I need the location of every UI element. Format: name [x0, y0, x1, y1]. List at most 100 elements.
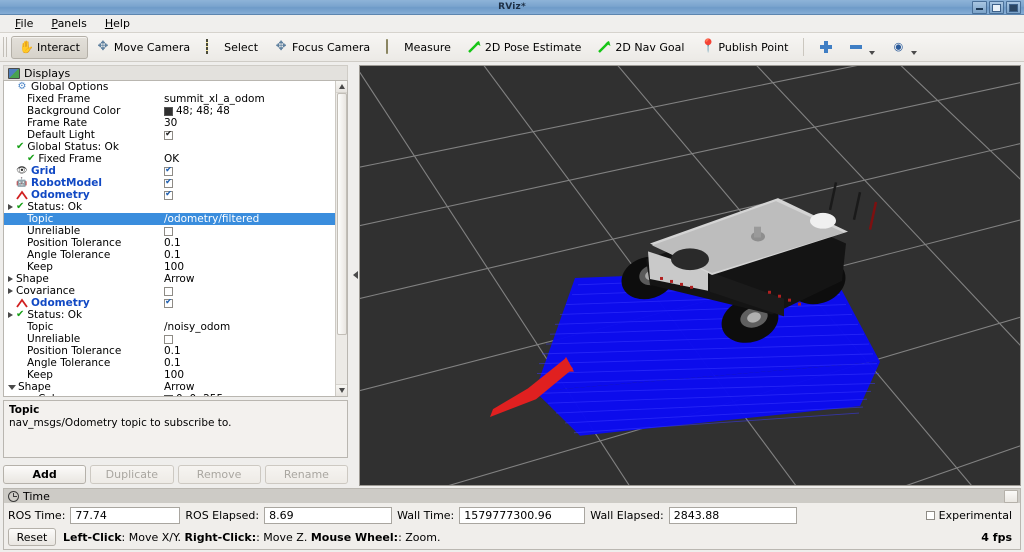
menu-panels[interactable]: Panels — [42, 16, 95, 32]
tool-move-camera[interactable]: ✥ Move Camera — [88, 36, 198, 59]
display-row-value[interactable]: /odometry/filtered — [164, 213, 259, 225]
expand-triangle-icon[interactable] — [8, 276, 13, 282]
tool-measure[interactable]: Measure — [378, 36, 459, 59]
display-row[interactable]: Covariance — [4, 285, 335, 297]
render-view-3d[interactable] — [359, 65, 1021, 486]
displays-tree[interactable]: ⚙ Global Options Fixed Frame summit_xl_a_od… — [4, 81, 335, 396]
close-button[interactable] — [1006, 1, 1021, 14]
scrollbar-thumb[interactable] — [336, 93, 347, 335]
duplicate-button[interactable]: Duplicate — [90, 464, 174, 484]
display-row[interactable]: Frame Rate 30 — [4, 117, 335, 129]
display-row-value[interactable]: 30 — [164, 117, 177, 129]
display-row[interactable]: Odometry — [4, 189, 335, 201]
scrollbar-track[interactable] — [335, 93, 347, 384]
remove-button[interactable]: Remove — [177, 464, 261, 484]
display-row[interactable]: ⚙ Global Options — [4, 81, 335, 93]
minimize-button[interactable] — [972, 1, 987, 14]
display-row-value[interactable]: summit_xl_a_odom — [164, 93, 265, 105]
display-row[interactable]: Default Light — [4, 129, 335, 141]
color-swatch[interactable] — [164, 106, 173, 116]
add-button[interactable]: Add — [3, 464, 87, 484]
chevron-down-icon[interactable] — [911, 50, 918, 55]
tool-interact[interactable]: ✋ Interact — [11, 35, 88, 59]
display-row[interactable]: Background Color 48; 48; 48 — [4, 105, 335, 117]
display-enable-checkbox[interactable] — [164, 130, 173, 140]
display-row[interactable]: Shape Arrow — [4, 273, 335, 285]
display-row[interactable]: ✔ Fixed Frame OK — [4, 153, 335, 165]
display-row[interactable]: Position Tolerance 0.1 — [4, 345, 335, 357]
display-row[interactable]: Keep 100 — [4, 261, 335, 273]
ros-elapsed-input[interactable]: 8.69 — [264, 507, 393, 524]
display-row[interactable]: Unreliable — [4, 333, 335, 345]
display-enable-checkbox[interactable] — [164, 178, 173, 188]
display-enable-checkbox[interactable] — [164, 286, 173, 296]
display-row[interactable]: Keep 100 — [4, 369, 335, 381]
display-row-value[interactable]: Arrow — [164, 381, 194, 393]
expand-triangle-icon[interactable] — [8, 312, 13, 318]
wall-elapsed-input[interactable]: 2843.88 — [668, 507, 797, 524]
experimental-toggle[interactable]: Experimental — [925, 509, 1012, 522]
tool-2d-pose-estimate[interactable]: 2D Pose Estimate — [459, 36, 590, 59]
scroll-up-button[interactable] — [335, 81, 347, 93]
display-row[interactable]: ✔ Global Status: Ok — [4, 141, 335, 153]
tool-publish-point[interactable]: 📍 Publish Point — [692, 36, 796, 59]
display-row[interactable]: Topic/odometry/filtered — [4, 213, 335, 225]
display-row[interactable]: Unreliable — [4, 225, 335, 237]
display-row-value[interactable]: 0.1 — [164, 345, 181, 357]
tool-focus-camera[interactable]: ✥ Focus Camera — [266, 36, 378, 59]
tool-2d-nav-goal[interactable]: 2D Nav Goal — [589, 36, 692, 59]
display-row[interactable]: Odometry — [4, 297, 335, 309]
displays-scrollbar[interactable] — [335, 81, 347, 396]
menu-file[interactable]: File — [6, 16, 42, 32]
add-tool-button[interactable] — [811, 36, 841, 59]
tool-select[interactable]: Select — [198, 36, 266, 59]
reset-button[interactable]: Reset — [8, 528, 56, 546]
toolbar-grip[interactable] — [3, 37, 9, 57]
display-row[interactable]: 🤖 RobotModel — [4, 177, 335, 189]
display-row[interactable]: 👁 Grid — [4, 165, 335, 177]
display-row[interactable]: Shape Arrow — [4, 381, 335, 393]
display-enable-checkbox[interactable] — [164, 226, 173, 236]
display-enable-checkbox[interactable] — [164, 166, 173, 176]
display-row[interactable]: Fixed Frame summit_xl_a_odom — [4, 93, 335, 105]
display-row[interactable]: Color 0; 0; 255 — [4, 393, 335, 396]
rename-button[interactable]: Rename — [264, 464, 348, 484]
display-row-value[interactable]: 48; 48; 48 — [176, 105, 230, 117]
display-row-value[interactable]: /noisy_odom — [164, 321, 230, 333]
display-row-value[interactable]: OK — [164, 153, 179, 165]
remove-tool-button[interactable] — [841, 36, 883, 59]
expand-triangle-icon[interactable] — [8, 288, 13, 294]
display-row-value[interactable]: Arrow — [164, 273, 194, 285]
menu-help[interactable]: Help — [96, 16, 139, 32]
display-row[interactable]: Topic/noisy_odom — [4, 321, 335, 333]
display-row[interactable]: ✔ Status: Ok — [4, 309, 335, 321]
display-row-value[interactable]: 0.1 — [164, 237, 181, 249]
tool-visibility-button[interactable]: ◉ — [883, 36, 925, 59]
collapse-triangle-icon[interactable] — [8, 384, 16, 390]
collapse-left-icon[interactable] — [352, 271, 358, 279]
display-row-value[interactable]: 100 — [164, 369, 184, 381]
display-enable-checkbox[interactable] — [164, 298, 173, 308]
color-swatch[interactable] — [164, 394, 173, 396]
chevron-down-icon[interactable] — [869, 50, 876, 55]
display-row[interactable]: ✔ Status: Ok — [4, 201, 335, 213]
time-panel-float-button[interactable] — [1004, 490, 1018, 503]
display-row-value[interactable]: 0; 0; 255 — [176, 393, 223, 396]
wall-time-input[interactable]: 1579777300.96 — [459, 507, 586, 524]
ros-time-input[interactable]: 77.74 — [70, 507, 181, 524]
display-enable-checkbox[interactable] — [164, 190, 173, 200]
display-row[interactable]: Position Tolerance 0.1 — [4, 237, 335, 249]
display-row-value[interactable]: 0.1 — [164, 357, 181, 369]
display-row-value[interactable]: 100 — [164, 261, 184, 273]
experimental-checkbox[interactable] — [925, 511, 935, 520]
no-triangle — [19, 327, 24, 328]
expand-triangle-icon[interactable] — [8, 204, 13, 210]
dock-splitter[interactable] — [351, 62, 359, 488]
display-row[interactable]: Angle Tolerance 0.1 — [4, 249, 335, 261]
maximize-button[interactable] — [989, 1, 1004, 14]
ros-elapsed-label: ROS Elapsed: — [185, 509, 260, 522]
display-row-value[interactable]: 0.1 — [164, 249, 181, 261]
scroll-down-button[interactable] — [335, 384, 347, 396]
display-enable-checkbox[interactable] — [164, 334, 173, 344]
display-row[interactable]: Angle Tolerance 0.1 — [4, 357, 335, 369]
